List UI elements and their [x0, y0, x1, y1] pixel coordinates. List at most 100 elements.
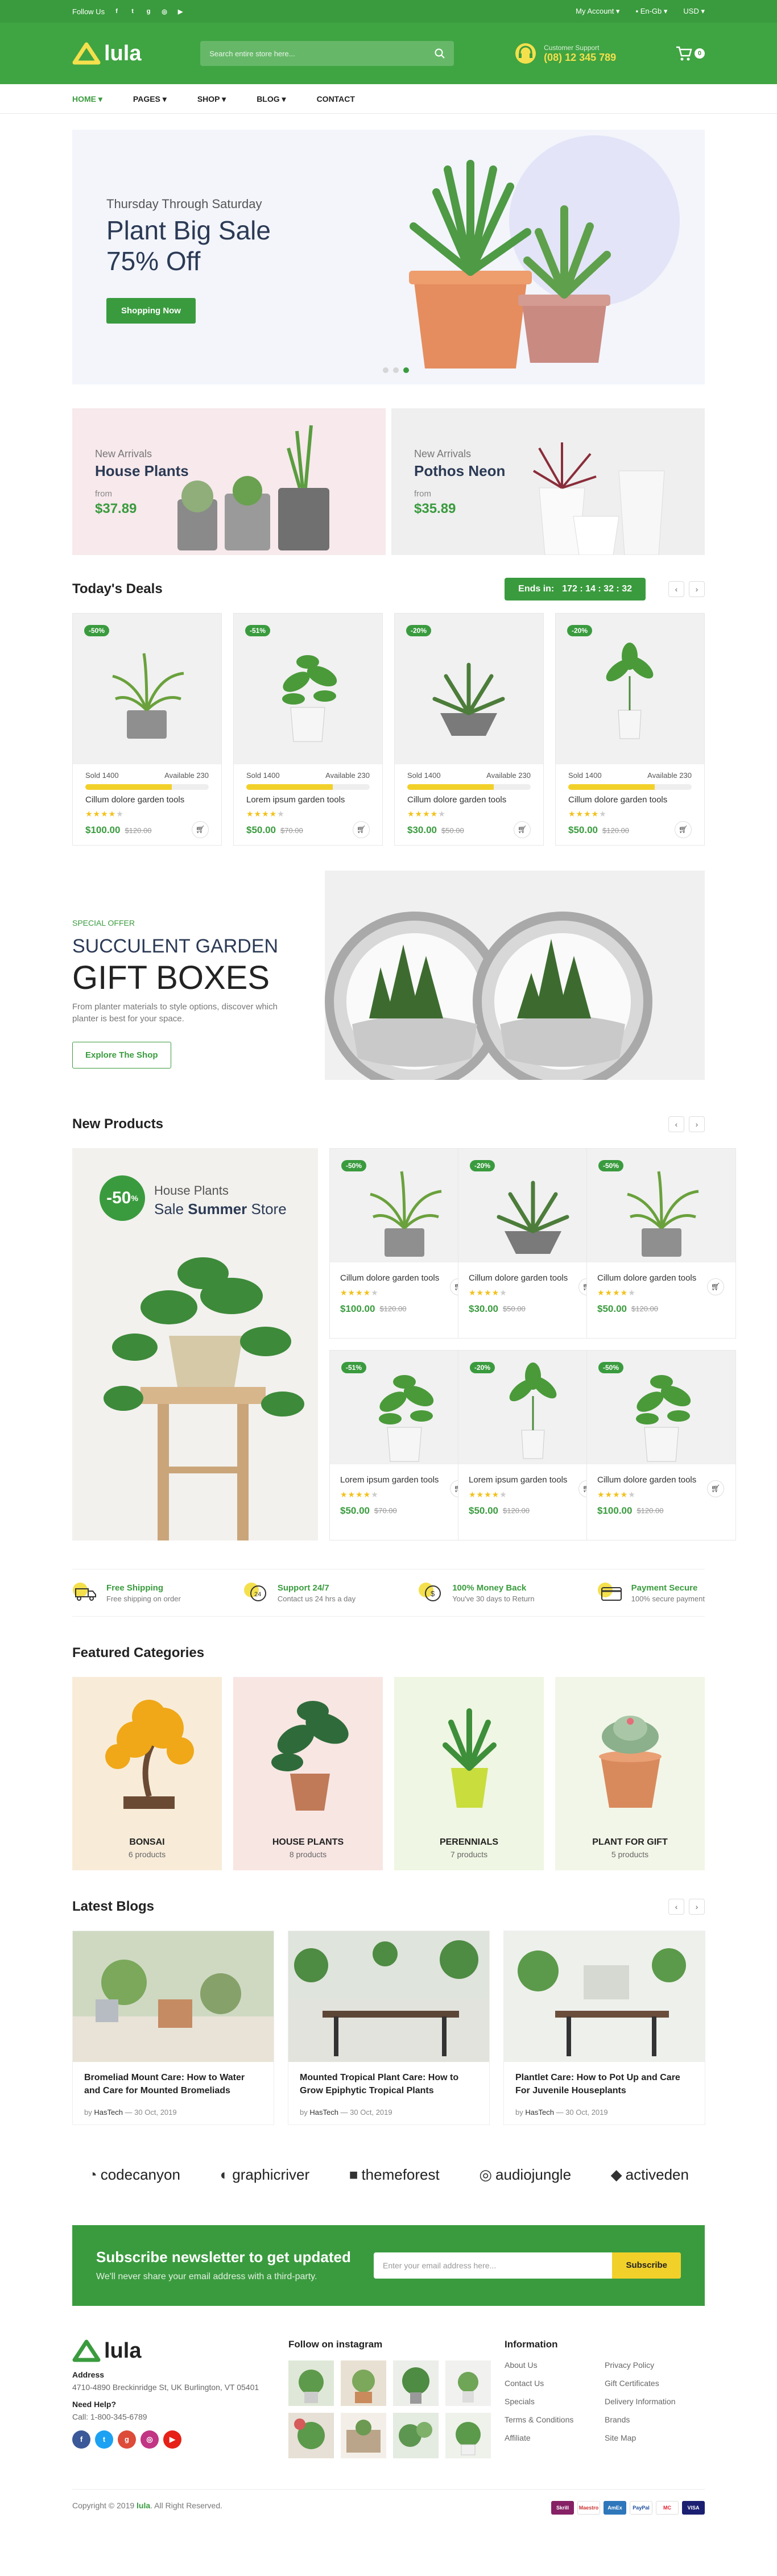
prev-arrow-icon[interactable]: ‹	[668, 1116, 684, 1133]
product-image[interactable]: -51%	[330, 1351, 478, 1465]
logo[interactable]: lula	[72, 42, 141, 66]
instagram-icon[interactable]: ◎	[160, 7, 168, 15]
category-plant-for-gift[interactable]: PLANT FOR GIFT 5 products	[555, 1677, 705, 1871]
product-card[interactable]: -51% Sold 1400 Available 230 Lorem ipsum …	[233, 613, 383, 846]
product-image[interactable]: -50%	[73, 614, 221, 764]
product-image[interactable]: -20%	[458, 1149, 607, 1263]
facebook-icon[interactable]: f	[113, 7, 121, 15]
instagram-photo[interactable]	[341, 2412, 386, 2458]
product-card[interactable]: -51% Lorem ipsum garden tools ★★★★★ $50.…	[329, 1350, 479, 1541]
summer-sale-promo[interactable]: -50% House Plants Sale Summer Store	[72, 1148, 318, 1541]
slider-dot-active[interactable]	[403, 367, 409, 373]
product-image[interactable]: -50%	[587, 1351, 735, 1465]
add-to-cart-icon[interactable]: 🛒︎	[192, 821, 209, 839]
product-name[interactable]: Cillum dolore garden tools	[340, 1273, 468, 1284]
slider-dot[interactable]	[383, 367, 388, 373]
twitter-icon[interactable]: t	[95, 2430, 113, 2449]
product-card[interactable]: -50% Cillum dolore garden tools ★★★★★ $1…	[329, 1148, 479, 1339]
blog-title[interactable]: Plantlet Care: How to Pot Up and Care Fo…	[504, 2062, 705, 2097]
subscribe-button[interactable]: Subscribe	[612, 2252, 681, 2279]
footer-link[interactable]: Specials	[505, 2397, 605, 2406]
product-image[interactable]: -51%	[234, 614, 382, 764]
next-arrow-icon[interactable]: ›	[689, 1116, 705, 1133]
brand-audiojungle[interactable]: ◎ audiojungle	[479, 2166, 571, 2184]
product-card[interactable]: -50% Sold 1400 Available 230 Cillum dolor…	[72, 613, 222, 846]
newsletter-email-input[interactable]: Enter your email address here...	[374, 2252, 612, 2279]
nav-shop[interactable]: SHOP ▾	[197, 94, 226, 104]
product-name[interactable]: Cillum dolore garden tools	[568, 794, 692, 806]
banner-house-plants[interactable]: New Arrivals House Plants from $37.89	[72, 408, 386, 555]
nav-pages[interactable]: PAGES ▾	[133, 94, 167, 104]
search-icon[interactable]	[435, 48, 445, 59]
support-phone[interactable]: (08) 12 345 789	[544, 52, 616, 64]
instagram-icon[interactable]: ◎	[140, 2430, 159, 2449]
footer-link[interactable]: Delivery Information	[605, 2397, 705, 2406]
product-name[interactable]: Cillum dolore garden tools	[597, 1475, 725, 1486]
nav-blog[interactable]: BLOG ▾	[257, 94, 286, 104]
category-bonsai[interactable]: BONSAI 6 products	[72, 1677, 222, 1871]
currency-select[interactable]: USD ▾	[683, 7, 705, 16]
twitter-icon[interactable]: t	[129, 7, 137, 15]
instagram-photo[interactable]	[445, 2360, 491, 2406]
slider-dot[interactable]	[393, 367, 399, 373]
footer-link[interactable]: Site Map	[605, 2433, 705, 2442]
product-image[interactable]: -50%	[330, 1149, 478, 1263]
product-name[interactable]: Lorem ipsum garden tools	[340, 1475, 468, 1486]
product-card[interactable]: -20% Sold 1400 Available 230 Cillum dolor…	[394, 613, 544, 846]
language-select[interactable]: ▪ En-Gb ▾	[635, 7, 667, 16]
brand-themeforest[interactable]: ■ themeforest	[349, 2166, 440, 2184]
instagram-photo[interactable]	[445, 2412, 491, 2458]
product-name[interactable]: Lorem ipsum garden tools	[469, 1475, 597, 1486]
facebook-icon[interactable]: f	[72, 2430, 90, 2449]
add-to-cart-icon[interactable]: 🛒︎	[675, 821, 692, 839]
banner-pothos-neon[interactable]: New Arrivals Pothos Neon from $35.89	[391, 408, 705, 555]
next-arrow-icon[interactable]: ›	[689, 1899, 705, 1915]
footer-link[interactable]: Privacy Policy	[605, 2360, 705, 2370]
prev-arrow-icon[interactable]: ‹	[668, 1899, 684, 1915]
google-plus-icon[interactable]: g	[118, 2430, 136, 2449]
footer-logo[interactable]: lula	[72, 2339, 288, 2363]
brand-activeden[interactable]: ◆ activeden	[611, 2166, 689, 2184]
prev-arrow-icon[interactable]: ‹	[668, 581, 684, 597]
product-image[interactable]: -20%	[556, 614, 704, 764]
product-image[interactable]: -20%	[458, 1351, 607, 1465]
product-card[interactable]: -20% Sold 1400 Available 230 Cillum dolor…	[555, 613, 705, 846]
product-name[interactable]: Cillum dolore garden tools	[469, 1273, 597, 1284]
youtube-icon[interactable]: ▶	[163, 2430, 181, 2449]
blog-card[interactable]: Mounted Tropical Plant Care: How to Grow…	[288, 1931, 490, 2125]
blog-card[interactable]: Plantlet Care: How to Pot Up and Care Fo…	[503, 1931, 705, 2125]
brand-codecanyon[interactable]: ◔ codecanyon	[88, 2166, 180, 2184]
product-name[interactable]: Cillum dolore garden tools	[597, 1273, 725, 1284]
footer-link[interactable]: Brands	[605, 2415, 705, 2424]
instagram-photo[interactable]	[393, 2412, 439, 2458]
footer-link[interactable]: Terms & Conditions	[505, 2415, 605, 2424]
category-perennials[interactable]: PERENNIALS 7 products	[394, 1677, 544, 1871]
youtube-icon[interactable]: ▶	[176, 7, 184, 15]
next-arrow-icon[interactable]: ›	[689, 581, 705, 597]
instagram-photo[interactable]	[393, 2360, 439, 2406]
brand-graphicriver[interactable]: ◐ graphicriver	[220, 2166, 310, 2184]
instagram-photo[interactable]	[288, 2360, 334, 2406]
shopping-now-button[interactable]: Shopping Now	[106, 298, 196, 324]
product-image[interactable]: -20%	[395, 614, 543, 764]
product-name[interactable]: Cillum dolore garden tools	[407, 794, 531, 806]
explore-shop-button[interactable]: Explore The Shop	[72, 1041, 171, 1068]
product-name[interactable]: Lorem ipsum garden tools	[246, 794, 370, 806]
footer-link[interactable]: Gift Certificates	[605, 2379, 705, 2388]
product-card[interactable]: -20% Lorem ipsum garden tools ★★★★★ $50.…	[458, 1350, 607, 1541]
blog-title[interactable]: Mounted Tropical Plant Care: How to Grow…	[288, 2062, 489, 2097]
nav-home[interactable]: HOME ▾	[72, 94, 102, 104]
blog-card[interactable]: Bromeliad Mount Care: How to Water and C…	[72, 1931, 274, 2125]
product-card[interactable]: -50% Cillum dolore garden tools ★★★★★ $1…	[586, 1350, 736, 1541]
footer-link[interactable]: Contact Us	[505, 2379, 605, 2388]
cart-button[interactable]: 0	[675, 45, 705, 61]
instagram-photo[interactable]	[288, 2412, 334, 2458]
google-plus-icon[interactable]: g	[144, 7, 152, 15]
instagram-photo[interactable]	[341, 2360, 386, 2406]
product-name[interactable]: Cillum dolore garden tools	[85, 794, 209, 806]
nav-contact[interactable]: CONTACT	[317, 94, 355, 103]
footer-link[interactable]: Affiliate	[505, 2433, 605, 2442]
my-account-link[interactable]: My Account ▾	[576, 7, 619, 16]
product-image[interactable]: -50%	[587, 1149, 735, 1263]
category-house-plants[interactable]: HOUSE PLANTS 8 products	[233, 1677, 383, 1871]
